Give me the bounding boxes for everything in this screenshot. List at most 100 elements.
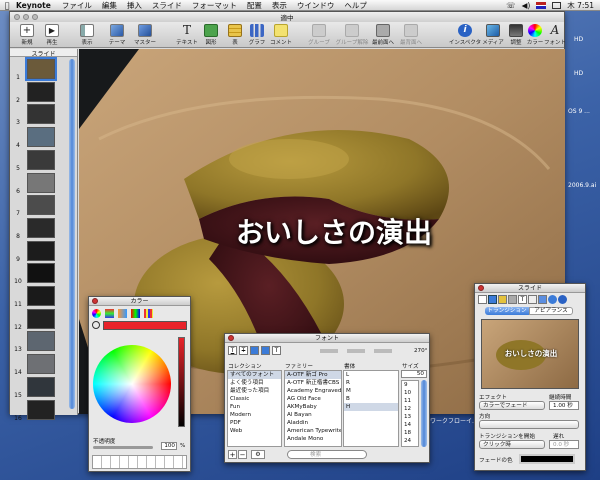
swatch-well[interactable] [92,455,187,469]
font-family-item[interactable]: AG Old Face [285,395,341,403]
typeface-item[interactable]: R [344,379,398,387]
tab-appearance[interactable]: アピアランス [529,307,573,315]
doc-color-icon[interactable] [261,346,270,355]
font-search-field[interactable]: 検索 [287,450,367,459]
close-icon[interactable] [228,335,234,341]
opacity-field[interactable]: 100 [161,442,177,450]
collection-item[interactable]: すべてのフォント [228,371,281,379]
phone-icon[interactable]: ☏ [506,1,515,10]
collection-item[interactable]: PDF [228,419,281,427]
effect-popup[interactable]: カラーでフェード [479,401,545,410]
slide-thumbnail[interactable]: 12 [13,308,75,331]
slide-thumbnail[interactable]: 13 [13,331,75,353]
desktop-label[interactable]: HD [574,36,583,43]
desktop-label[interactable]: 2006.9.ai [568,182,596,189]
graphic-inspector-icon[interactable] [498,295,507,304]
group-button[interactable]: グループ [304,24,334,46]
color-wheel-mode-icon[interactable] [92,309,101,318]
size-item[interactable]: 18 [402,429,418,437]
zoom-window-icon[interactable] [32,14,38,20]
size-list[interactable]: 9 10 11 12 13 14 18 24 [401,380,419,447]
hyperlink-inspector-icon[interactable] [548,295,557,304]
collection-list[interactable]: すべてのフォント よく使う項目 最近使った項目 Classic Fun Modern PDF… [227,370,282,447]
view-button[interactable]: 表示 [72,24,102,46]
collection-item[interactable]: Fun [228,403,281,411]
slide-thumbnail[interactable]: 1 [13,57,75,81]
opacity-slider[interactable] [93,446,153,449]
menu-help[interactable]: ヘルプ [339,0,372,11]
size-item[interactable]: 12 [402,405,418,413]
collection-item[interactable]: Modern [228,411,281,419]
theme-button[interactable]: テーマ [102,24,132,46]
apple-menu-icon[interactable]:  [0,1,14,10]
menu-insert[interactable]: 挿入 [122,0,147,11]
size-item[interactable]: 11 [402,397,418,405]
slide-thumbnail[interactable]: 4 [13,127,75,149]
size-field[interactable]: 50 [401,370,427,378]
typeface-item[interactable]: B [344,395,398,403]
font-family-item[interactable]: Andale Mono [285,435,341,443]
minimize-window-icon[interactable] [23,14,29,20]
desktop-label[interactable]: OS 9 ... [568,108,590,115]
slide-thumbnail[interactable]: 11 [13,286,75,308]
size-item[interactable]: 24 [402,437,418,445]
document-inspector-icon[interactable] [478,295,487,304]
quicktime-inspector-icon[interactable] [558,295,567,304]
palette-mode-icon[interactable] [118,309,127,318]
display-icon[interactable] [552,1,562,9]
typeface-item[interactable]: H [344,403,398,411]
bring-to-front-button[interactable]: 最前面へ [368,24,398,46]
magnifier-icon[interactable] [92,321,100,329]
direction-popup[interactable] [479,420,579,429]
text-inspector-icon[interactable]: T [518,295,527,304]
slide-thumbnail[interactable]: 8 [13,217,75,240]
sliders-mode-icon[interactable] [105,309,114,318]
ungroup-button[interactable]: グループ解除 [334,24,370,46]
shadow-icon[interactable]: T [272,346,281,355]
family-list[interactable]: A-OTF 新ゴ Pro A-OTF 新正楷書CBS Academy Engrave… [284,370,342,447]
desktop-label[interactable]: ワークフローイ... [430,416,478,425]
menu-app-name[interactable]: Keynote [14,1,57,10]
play-button[interactable]: ▶ 再生 [37,24,67,46]
size-item[interactable]: 13 [402,413,418,421]
menu-window[interactable]: ウインドウ [292,0,340,11]
size-item[interactable]: 14 [402,421,418,429]
send-to-back-button[interactable]: 最背面へ [396,24,426,46]
slide-thumbnail[interactable]: 10 [13,263,75,285]
clock[interactable]: 木 7:51 [567,0,594,11]
collection-item[interactable]: 最近使った項目 [228,387,281,395]
spectrum-mode-icon[interactable] [131,309,140,318]
slide-thumbnail[interactable]: 7 [13,195,75,217]
start-popup[interactable]: クリック時 [479,440,545,449]
fade-color-well[interactable] [519,454,575,464]
metrics-inspector-icon[interactable] [508,295,517,304]
delay-field[interactable]: 0.0 秒 [549,440,579,449]
menu-format[interactable]: フォーマット [187,0,242,11]
brightness-slider[interactable] [178,337,185,427]
comment-button[interactable]: コメント [266,24,296,46]
table-inspector-icon[interactable] [528,295,537,304]
crayons-mode-icon[interactable] [144,309,153,318]
font-family-item[interactable]: American Typewriter [285,427,341,435]
slide-thumbnail[interactable]: 5 [13,149,75,172]
flag-icon[interactable] [536,1,547,9]
font-family-item[interactable]: Aladdin [285,419,341,427]
slide-thumbnail[interactable]: 16 [13,399,75,422]
close-window-icon[interactable] [14,14,20,20]
close-icon[interactable] [478,285,484,291]
inspector-button[interactable]: i インスペクタ [448,24,482,46]
slide-thumbnail[interactable]: 15 [13,376,75,399]
slide-thumbnail[interactable]: 14 [13,354,75,376]
shadow-controls[interactable] [320,349,410,353]
size-item[interactable]: 9 [402,381,418,389]
typeface-item[interactable]: M [344,387,398,395]
slide-title-text[interactable]: おいしさの演出 [189,211,479,251]
text-color-icon[interactable] [250,346,259,355]
slide-inspector-icon[interactable] [488,295,497,304]
tab-transition[interactable]: トランジション [485,307,529,315]
font-family-item[interactable]: AKMyBaby [285,403,341,411]
menu-view[interactable]: 表示 [267,0,292,11]
duration-field[interactable]: 1.00 秒 [549,401,579,410]
remove-collection-button[interactable]: − [238,450,247,459]
font-family-item[interactable]: A-OTF 新ゴ Pro [285,371,341,379]
